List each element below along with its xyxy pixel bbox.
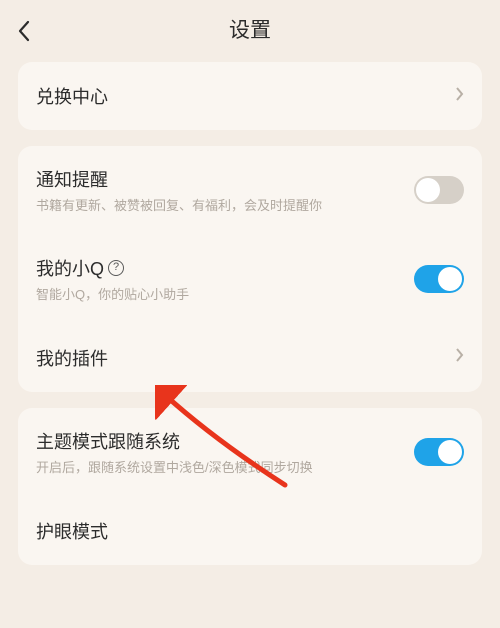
toggle-theme-follow[interactable] (414, 438, 464, 466)
row-title: 主题模式跟随系统 (36, 428, 414, 454)
page-title: 设置 (18, 14, 482, 44)
toggle-knob (438, 267, 462, 291)
row-title: 通知提醒 (36, 166, 414, 192)
toggle-knob (416, 178, 440, 202)
card-exchange: 兑换中心 (18, 62, 482, 130)
header: 设置 (0, 0, 500, 62)
row-subtitle: 开启后，跟随系统设置中浅色/深色模式同步切换 (36, 460, 414, 477)
toggle-little-q[interactable] (414, 265, 464, 293)
toggle-notifications[interactable] (414, 176, 464, 204)
row-my-little-q[interactable]: 我的小Q ? 智能小Q，你的贴心小助手 (18, 235, 482, 324)
row-theme-follow-system[interactable]: 主题模式跟随系统 开启后，跟随系统设置中浅色/深色模式同步切换 (18, 408, 482, 497)
card-notifications: 通知提醒 书籍有更新、被赞被回复、有福利，会及时提醒你 我的小Q ? 智能小Q，… (18, 146, 482, 392)
row-title-text: 我的小Q (36, 255, 104, 281)
row-notification-reminder[interactable]: 通知提醒 书籍有更新、被赞被回复、有福利，会及时提醒你 (18, 146, 482, 235)
chevron-right-icon (456, 86, 464, 107)
row-exchange-center[interactable]: 兑换中心 (18, 62, 482, 130)
row-subtitle: 书籍有更新、被赞被回复、有福利，会及时提醒你 (36, 198, 414, 215)
row-eye-care-mode[interactable]: 护眼模式 (18, 497, 482, 565)
toggle-knob (438, 440, 462, 464)
chevron-right-icon (456, 347, 464, 368)
row-title: 我的小Q ? (36, 255, 414, 281)
row-subtitle: 智能小Q，你的贴心小助手 (36, 287, 414, 304)
row-title: 兑换中心 (36, 83, 456, 109)
help-icon[interactable]: ? (108, 260, 124, 276)
row-title: 护眼模式 (36, 518, 464, 544)
back-button[interactable] (18, 20, 30, 47)
row-title: 我的插件 (36, 345, 456, 371)
card-theme: 主题模式跟随系统 开启后，跟随系统设置中浅色/深色模式同步切换 护眼模式 (18, 408, 482, 565)
back-icon (18, 20, 30, 42)
settings-content: 兑换中心 通知提醒 书籍有更新、被赞被回复、有福利，会及时提醒你 我的小Q ? (0, 62, 500, 565)
row-my-plugins[interactable]: 我的插件 (18, 324, 482, 392)
